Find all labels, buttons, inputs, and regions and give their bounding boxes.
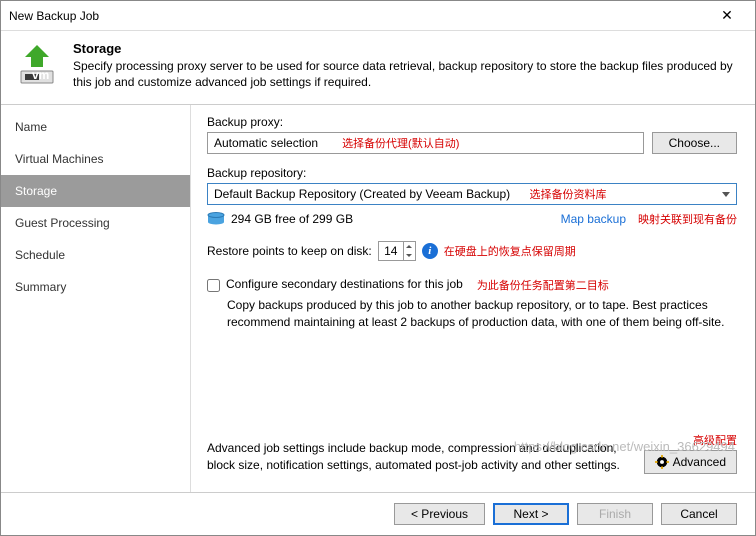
backup-repo-label: Backup repository: bbox=[207, 166, 737, 180]
secondary-destinations-desc: Copy backups produced by this job to ano… bbox=[227, 297, 737, 331]
previous-button[interactable]: < Previous bbox=[394, 503, 485, 525]
next-button[interactable]: Next > bbox=[493, 503, 569, 525]
secondary-destinations-label: Configure secondary destinations for thi… bbox=[226, 277, 463, 291]
backup-repo-select[interactable]: Default Backup Repository (Created by Ve… bbox=[207, 183, 737, 205]
backup-repo-value: Default Backup Repository (Created by Ve… bbox=[214, 187, 510, 201]
restore-points-label: Restore points to keep on disk: bbox=[207, 244, 372, 258]
wizard-header: vm Storage Specify processing proxy serv… bbox=[1, 31, 755, 105]
sidebar-item-virtual-machines[interactable]: Virtual Machines bbox=[1, 143, 190, 175]
sidebar-item-storage[interactable]: Storage bbox=[1, 175, 190, 207]
backup-proxy-value: Automatic selection bbox=[214, 136, 318, 150]
secondary-note: 为此备份任务配置第二目标 bbox=[477, 277, 609, 293]
backup-proxy-input[interactable]: Automatic selection 选择备份代理(默认自动) bbox=[207, 132, 644, 154]
map-note: 映射关联到现有备份 bbox=[638, 211, 737, 227]
sidebar-item-guest-processing[interactable]: Guest Processing bbox=[1, 207, 190, 239]
header-title: Storage bbox=[73, 41, 743, 56]
choose-proxy-button[interactable]: Choose... bbox=[652, 132, 737, 154]
spinner-up-icon[interactable] bbox=[404, 242, 415, 251]
gear-icon bbox=[655, 455, 669, 469]
titlebar: New Backup Job ✕ bbox=[1, 1, 755, 31]
header-subtitle: Specify processing proxy server to be us… bbox=[73, 58, 743, 90]
cancel-button[interactable]: Cancel bbox=[661, 503, 737, 525]
window-title: New Backup Job bbox=[9, 9, 707, 23]
content-panel: Backup proxy: Automatic selection 选择备份代理… bbox=[191, 105, 755, 492]
disk-icon bbox=[207, 212, 225, 226]
backup-proxy-label: Backup proxy: bbox=[207, 115, 737, 129]
svg-text:vm: vm bbox=[32, 68, 49, 82]
map-backup-link[interactable]: Map backup bbox=[561, 212, 626, 226]
sidebar-item-summary[interactable]: Summary bbox=[1, 271, 190, 303]
advanced-text: Advanced job settings include backup mod… bbox=[207, 440, 632, 474]
spinner-down-icon[interactable] bbox=[404, 251, 415, 260]
proxy-note: 选择备份代理(默认自动) bbox=[342, 135, 459, 151]
storage-icon: vm bbox=[13, 41, 61, 89]
restore-points-spinner[interactable] bbox=[378, 241, 416, 261]
info-icon[interactable]: i bbox=[422, 243, 438, 259]
finish-button: Finish bbox=[577, 503, 653, 525]
advanced-button-label: Advanced bbox=[673, 455, 726, 469]
wizard-footer: < Previous Next > Finish Cancel bbox=[1, 492, 755, 535]
close-icon[interactable]: ✕ bbox=[707, 7, 747, 24]
sidebar-item-schedule[interactable]: Schedule bbox=[1, 239, 190, 271]
repo-note: 选择备份资料库 bbox=[530, 189, 607, 201]
disk-free-text: 294 GB free of 299 GB bbox=[231, 212, 353, 226]
secondary-destinations-checkbox[interactable] bbox=[207, 279, 220, 292]
advanced-button[interactable]: Advanced bbox=[644, 450, 737, 474]
restore-note: 在硬盘上的恢复点保留周期 bbox=[444, 243, 576, 259]
sidebar-item-name[interactable]: Name bbox=[1, 111, 190, 143]
wizard-sidebar: Name Virtual Machines Storage Guest Proc… bbox=[1, 105, 191, 492]
restore-points-value[interactable] bbox=[379, 242, 403, 260]
advanced-note: 高级配置 bbox=[693, 432, 737, 448]
